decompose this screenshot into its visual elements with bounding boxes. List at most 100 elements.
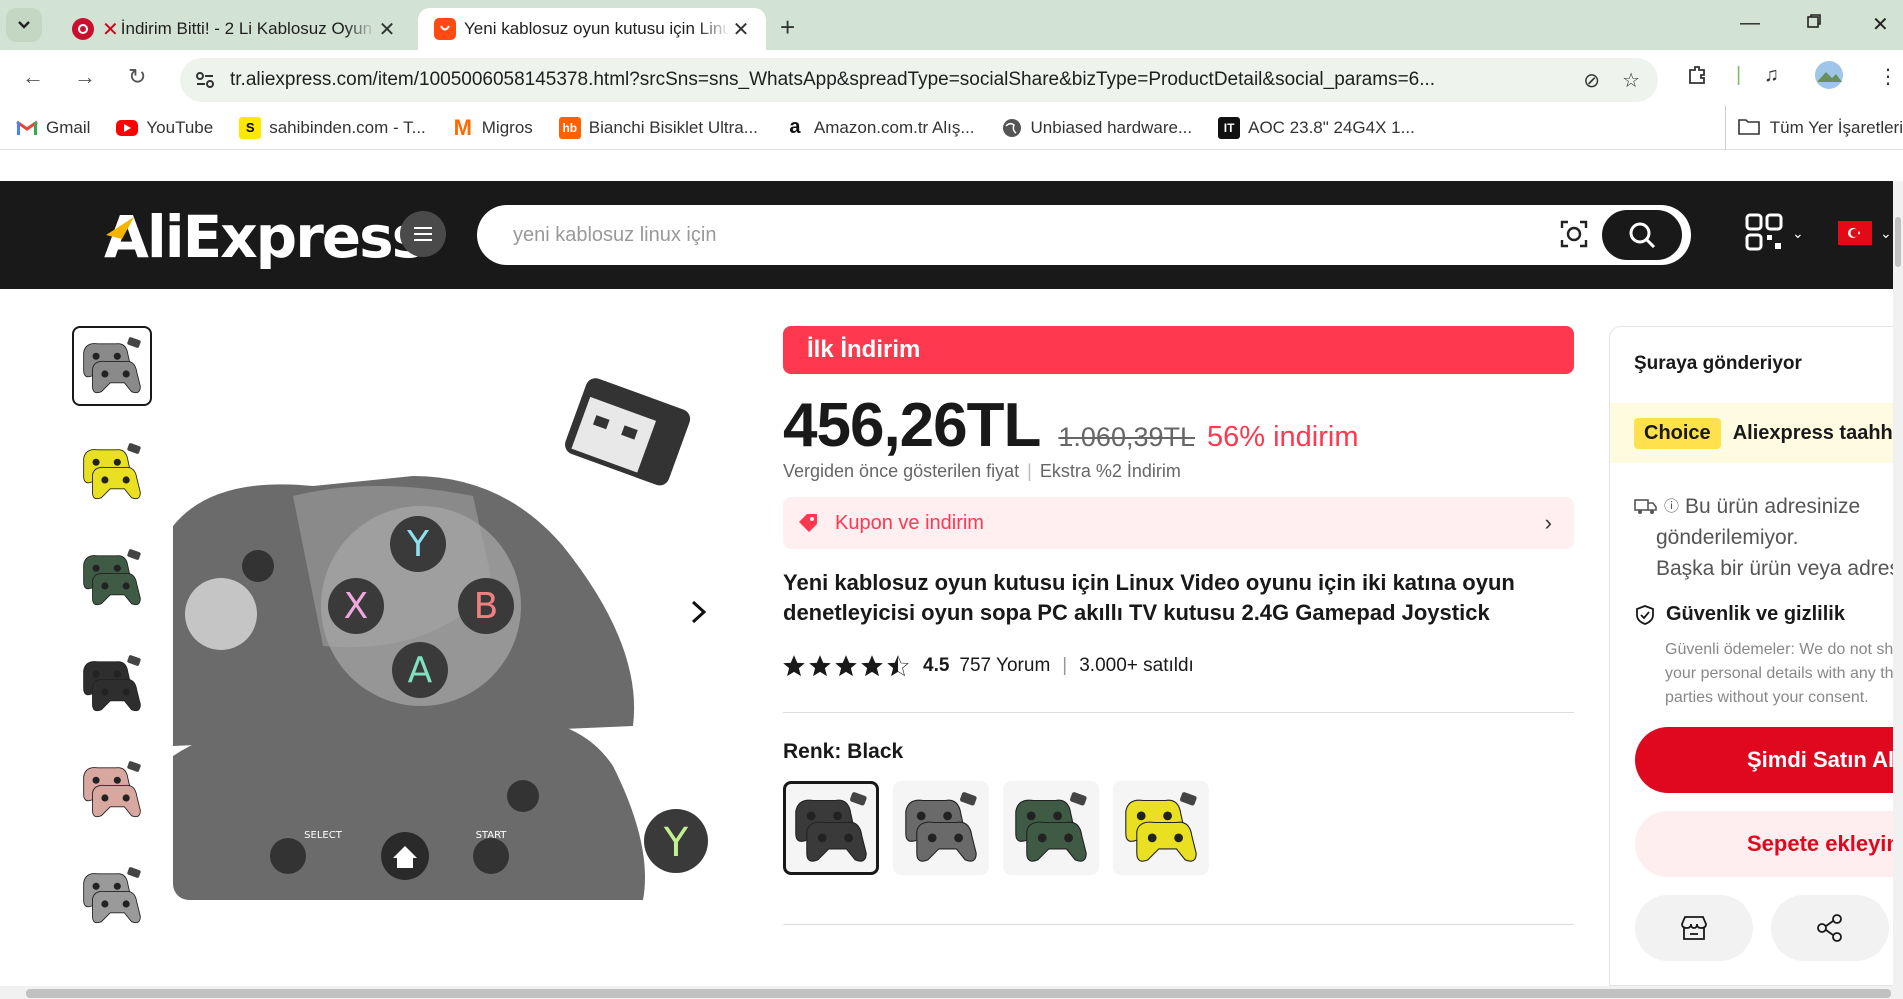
next-image-button[interactable] [665,578,733,646]
bookmark-label: sahibinden.com - T... [269,117,426,137]
back-icon[interactable]: ← [22,64,44,90]
chevron-down-icon[interactable]: ⌄ [1880,225,1892,242]
tab-title: Yeni kablosuz oyun kutusu için Linux [464,19,730,38]
security-title[interactable]: Güvenlik ve gizlilik [1634,603,1845,626]
choice-bar[interactable]: Choice Aliexpress taahhüdü [1610,403,1903,463]
address-bar[interactable]: tr.aliexpress.com/item/1005006058145378.… [180,58,1658,102]
close-tab-icon[interactable]: ✕ [730,17,752,42]
menu-kebab-icon[interactable]: ⋮ [1878,64,1898,89]
bookmark-unbiased[interactable]: Unbiased hardware... [1001,117,1192,139]
extra-discount: Ekstra %2 İndirim [1039,461,1181,481]
product-main-image[interactable]: Y X B A Y SELECT START [173,326,747,900]
color-swatch[interactable] [1003,781,1099,875]
all-bookmarks-folder[interactable]: Tüm Yer İşaretleri [1724,106,1903,150]
bookmark-label: Migros [481,117,533,137]
store-icon [1681,916,1707,940]
tax-note: Vergiden önce gösterilen fiyat [783,461,1020,481]
vertical-scrollbar[interactable] [1893,181,1903,986]
product-thumbnail[interactable] [72,538,152,618]
reload-icon[interactable]: ↻ [128,64,146,90]
previous-image-button[interactable] [185,578,257,650]
trendyol-favicon-icon [72,18,94,40]
close-window-icon[interactable]: ✕ [1872,12,1889,37]
star-icon [809,655,831,677]
bookmark-sahibinden[interactable]: S sahibinden.com - T... [239,116,426,139]
star-icon [887,655,909,677]
forward-icon[interactable]: → [74,64,96,90]
close-tab-icon[interactable]: ✕ [376,17,398,42]
bookmark-aoc[interactable]: IT AOC 23.8" 24G4X 1... [1218,116,1415,139]
current-price: 456,26TL [783,391,1041,460]
bookmark-label: Amazon.com.tr Alış... [813,117,975,137]
color-swatch[interactable] [893,781,989,875]
share-button[interactable] [1771,895,1889,961]
ship-to-title[interactable]: Şuraya gönderiyor [1634,353,1802,375]
sold-count: 3.000+ satıldı [1079,655,1194,676]
search-button[interactable] [1602,210,1682,260]
tab-search-button[interactable] [6,8,42,42]
color-swatch[interactable] [1113,781,1209,875]
review-count[interactable]: 757 Yorum [959,655,1050,677]
chevron-down-icon[interactable]: ⌄ [1792,225,1804,242]
product-thumbnail[interactable] [72,432,152,512]
product-thumbnail[interactable] [72,856,152,936]
gmail-icon [16,117,38,139]
promo-label: İlk İndirim [807,336,921,363]
restore-icon[interactable] [1806,12,1822,35]
bookmark-migros[interactable]: M Migros [452,115,533,140]
bookmark-gmail[interactable]: Gmail [16,117,90,139]
rating-row: 4.5 757 Yorum | 3.000+ satıldı [783,655,1194,677]
security-title-text: Güvenlik ve gizlilik [1666,603,1845,625]
buy-now-button[interactable]: Şimdi Satın Al [1635,727,1903,793]
category-menu-button[interactable] [400,211,446,257]
product-thumbnail[interactable] [72,326,152,406]
horizontal-scrollbar[interactable] [0,986,1903,999]
bookmark-bianchi[interactable]: hb Bianchi Bisiklet Ultra... [558,116,758,139]
profile-avatar[interactable] [1814,60,1844,96]
rating-value: 4.5 [923,655,950,676]
search-bar [477,205,1691,265]
tab-active[interactable]: Yeni kablosuz oyun kutusu için Linux ✕ [418,8,766,50]
chevron-right-icon [691,600,707,624]
site-info-icon[interactable] [180,71,230,89]
coupon-row[interactable]: Kupon ve indirim › [783,497,1574,549]
color-label: Renk: Black [783,740,904,763]
product-thumbnail[interactable] [72,750,152,830]
bookmark-youtube[interactable]: YouTube [116,118,213,138]
svg-text:Y: Y [663,820,689,866]
aliexpress-favicon-icon [434,18,456,40]
tab-inactive[interactable]: ✕ İndirim Bitti! - 2 Li Kablosuz Oyun ✕ [56,8,412,50]
bookmark-amazon[interactable]: a Amazon.com.tr Alış... [784,116,975,139]
tracking-protection-icon[interactable]: ⊘ [1583,68,1600,93]
new-tab-button[interactable]: + [780,12,795,43]
turkey-flag-icon[interactable] [1838,221,1872,245]
globe-icon [1001,117,1023,139]
color-swatch[interactable] [783,781,879,875]
browser-toolbar: ← → ↻ tr.aliexpress.com/item/10050060581… [0,50,1903,106]
search-input[interactable] [513,219,1513,251]
shield-check-icon [1636,604,1654,625]
svg-text:Y: Y [406,524,430,565]
divider [783,924,1574,925]
logo-text: AliExpress [104,203,426,271]
store-button[interactable] [1635,895,1753,961]
bookmark-label: Bianchi Bisiklet Ultra... [588,117,758,137]
aliexpress-logo[interactable]: AliExpress [104,203,426,271]
gamepad-illustration: Y X B A Y SELECT START [173,326,747,900]
price-row: 456,26TL 1.060,39TL 56% indirim [783,390,1359,461]
extensions-icon[interactable] [1686,64,1708,92]
minimize-icon[interactable]: — [1740,12,1760,35]
bookmark-star-icon[interactable]: ☆ [1622,68,1640,93]
media-control-icon[interactable]: ♫ [1764,64,1779,87]
amazon-icon: a [789,116,801,138]
youtube-icon [116,119,139,136]
image-search-icon[interactable] [1559,219,1589,249]
no-ship-text: Başka bir ürün veya adres [1656,557,1900,580]
hepsiburada-icon: hb [558,116,581,139]
choice-badge: Choice [1634,417,1721,449]
add-to-cart-button[interactable]: Sepete ekleyin [1635,811,1903,877]
x-mark-icon: ✕ [102,18,119,41]
product-thumbnail[interactable] [72,644,152,724]
app-qr-button[interactable] [1745,213,1783,256]
shipping-unavailable: ⓘ Bu ürün adresinize gönderilemiyor. Baş… [1634,491,1903,584]
